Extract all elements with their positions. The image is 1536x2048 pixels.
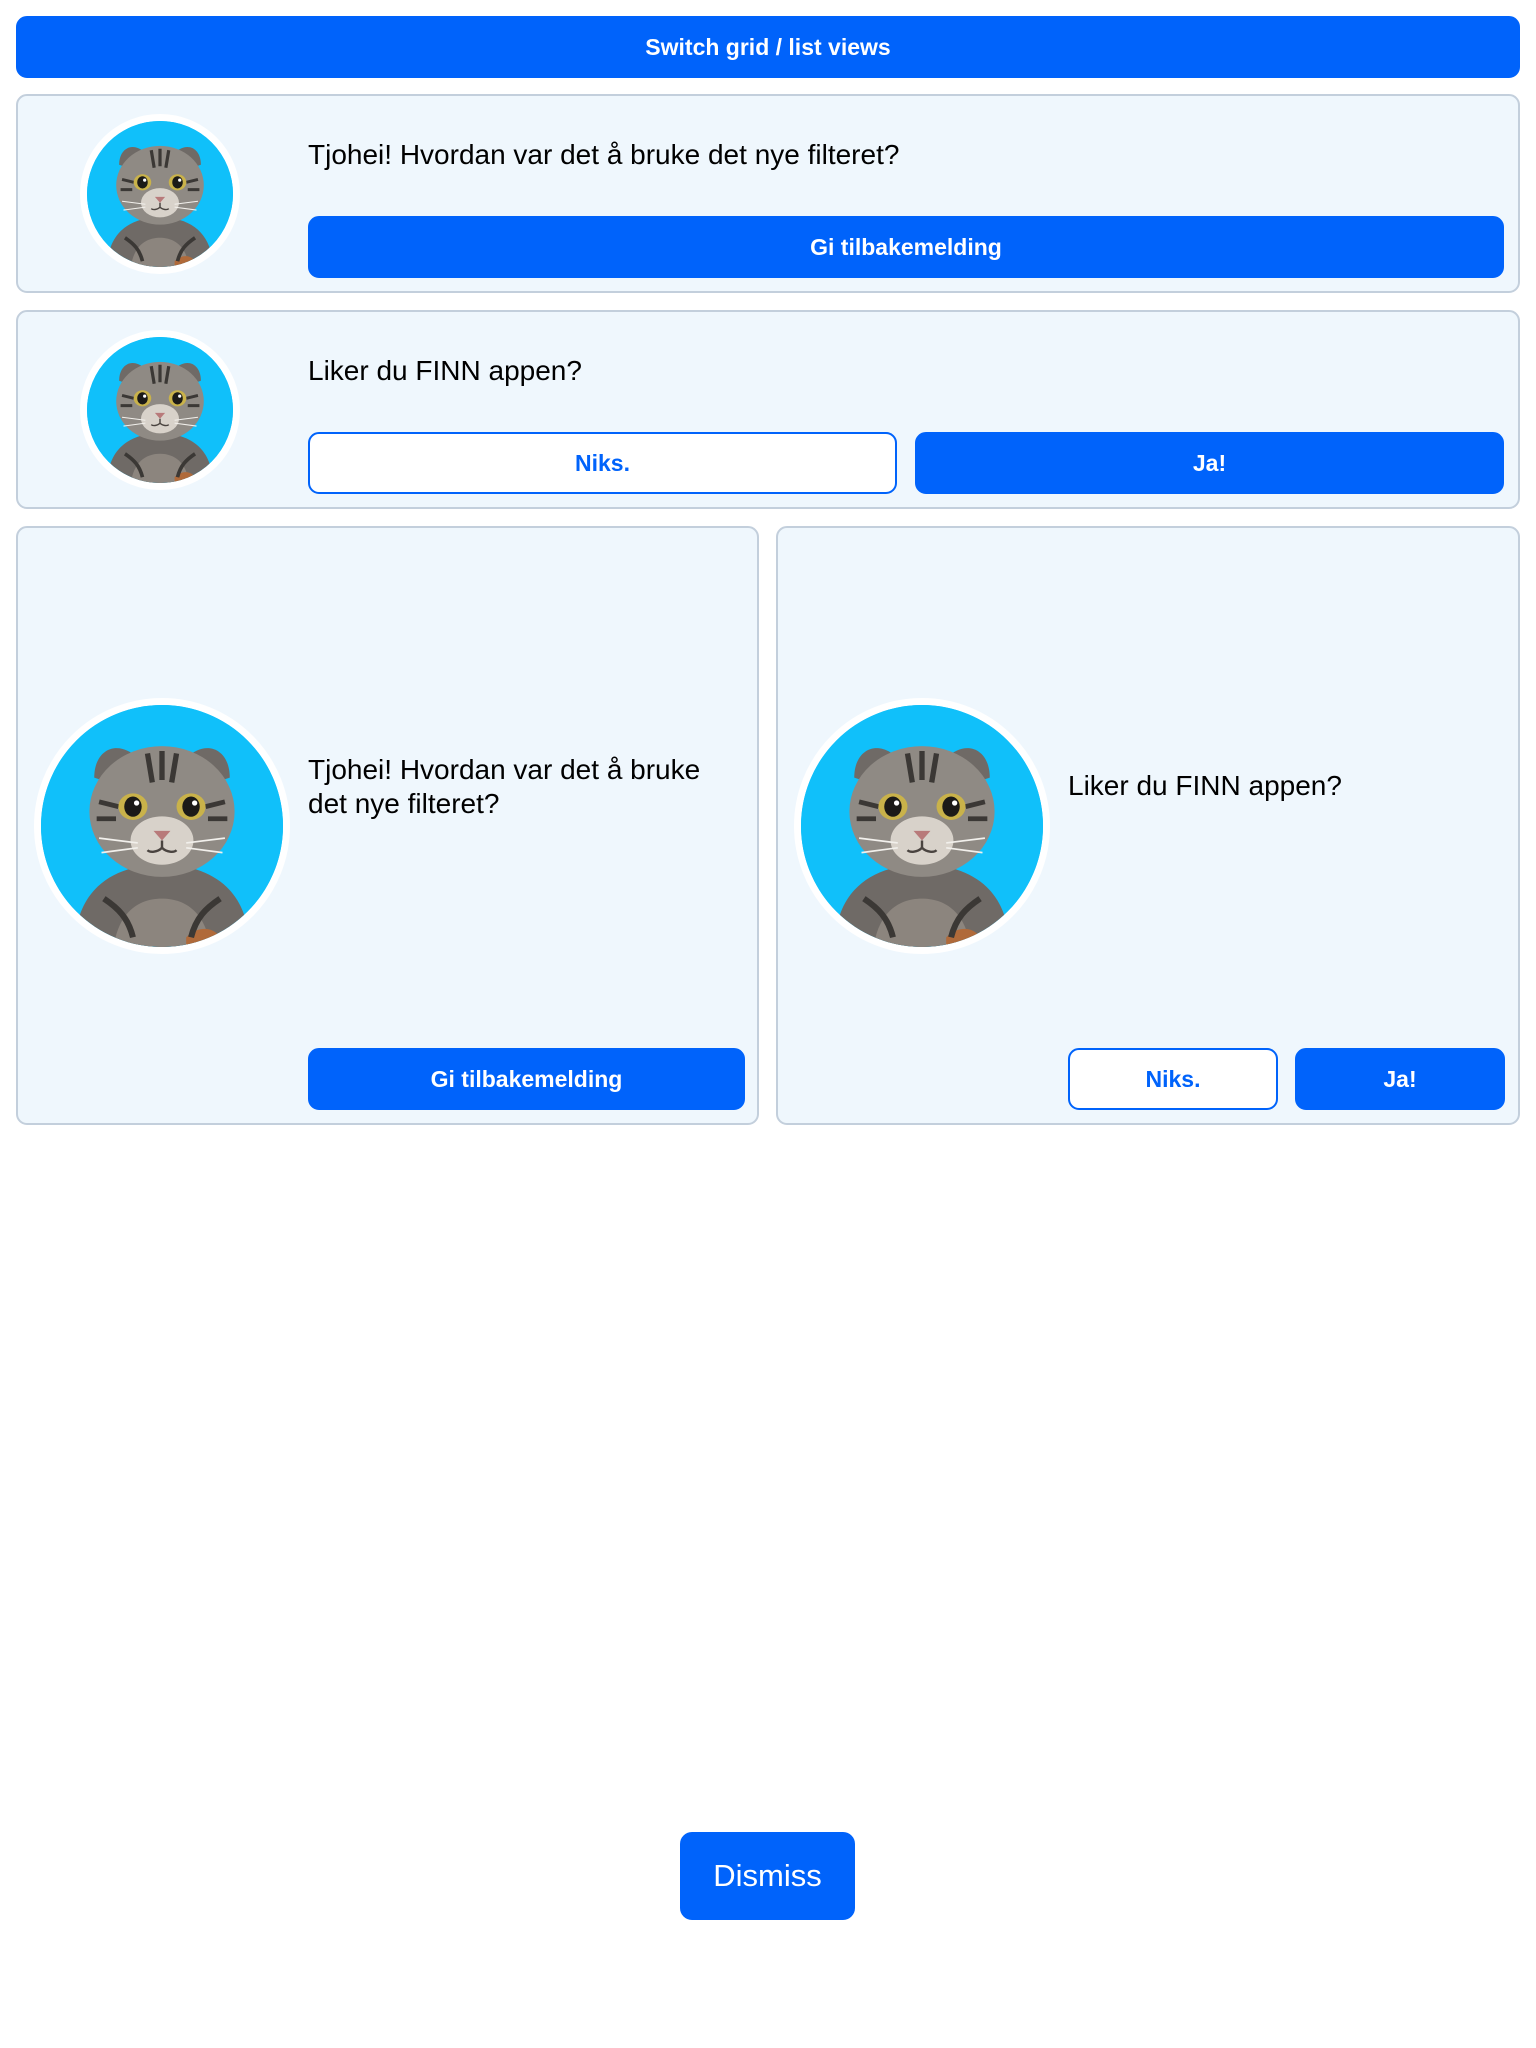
rating-message: Liker du FINN appen?	[308, 355, 582, 386]
give-feedback-button[interactable]: Gi tilbakemelding	[308, 1048, 745, 1110]
no-button[interactable]: Niks.	[1068, 1048, 1278, 1110]
cat-avatar-icon	[80, 330, 240, 490]
feedback-message: Tjohei! Hvordan var det å bruke det nye …	[308, 139, 900, 170]
grid-rating-card: Liker du FINN appen? Niks. Ja!	[776, 526, 1520, 1125]
yes-button[interactable]: Ja!	[1295, 1048, 1505, 1110]
no-button[interactable]: Niks.	[308, 432, 897, 494]
give-feedback-button[interactable]: Gi tilbakemelding	[308, 216, 1504, 278]
cat-avatar-icon	[794, 698, 1050, 954]
feedback-message: Tjohei! Hvordan var det å bruke det nye …	[308, 754, 701, 819]
list-feedback-card: Tjohei! Hvordan var det å bruke det nye …	[16, 94, 1520, 293]
rating-message: Liker du FINN appen?	[1068, 770, 1342, 801]
switch-view-button[interactable]: Switch grid / list views	[16, 16, 1520, 78]
list-rating-card: Liker du FINN appen? Niks. Ja!	[16, 310, 1520, 509]
dismiss-button[interactable]: Dismiss	[680, 1832, 855, 1920]
yes-button[interactable]: Ja!	[915, 432, 1504, 494]
cat-avatar-icon	[80, 114, 240, 274]
grid-feedback-card: Tjohei! Hvordan var det å bruke det nye …	[16, 526, 759, 1125]
cat-avatar-icon	[34, 698, 290, 954]
